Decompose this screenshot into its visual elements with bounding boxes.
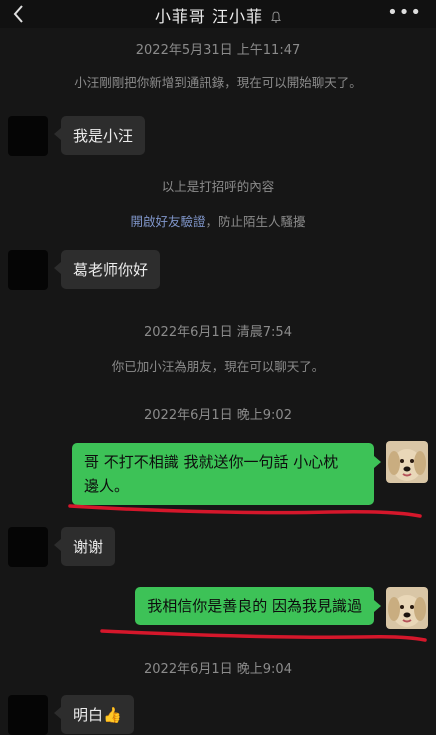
my-avatar[interactable] (386, 441, 428, 483)
received-message-bubble[interactable]: 葛老师你好 (53, 250, 161, 289)
chat-header: 小菲哥 汪小菲 ••• (0, 0, 436, 28)
my-avatar[interactable] (386, 587, 428, 629)
received-message-bubble[interactable]: 谢谢 (53, 527, 116, 566)
timestamp: 2022年5月31日 上午11:47 (135, 43, 301, 58)
sent-message-bubble[interactable]: 哥 不打不相識 我就送你一句話 小心枕 邊人。 (72, 443, 381, 505)
contact-avatar[interactable] (8, 116, 48, 156)
verification-notice: 開啟好友驗證，防止陌生人騷擾 (0, 211, 436, 230)
system-notice: 小汪剛剛把你新增到通訊錄，現在可以開始聊天了。 (74, 75, 362, 90)
system-notice: 你已加小汪為朋友，現在可以聊天了。 (111, 359, 325, 374)
contact-avatar[interactable] (8, 250, 48, 290)
contact-avatar[interactable] (8, 527, 48, 567)
sent-message-bubble[interactable]: 我相信你是善良的 因為我見識過 (135, 587, 381, 625)
timestamp: 2022年6月1日 晚上9:04 (144, 662, 292, 677)
more-options-button[interactable]: ••• (387, 2, 422, 23)
enable-verification-link[interactable]: 開啟好友驗證 (130, 214, 205, 229)
dog-avatar-image (386, 587, 428, 629)
chat-title-text: 小菲哥 汪小菲 (154, 7, 263, 26)
contact-avatar[interactable] (8, 695, 48, 735)
timestamp: 2022年6月1日 晚上9:02 (144, 408, 292, 423)
system-notice: 以上是打招呼的內容 (161, 179, 275, 194)
verification-notice-text: ，防止陌生人騷擾 (205, 214, 306, 229)
message-line: 哥 不打不相識 我就送你一句話 小心枕 (84, 453, 339, 471)
received-message-bubble[interactable]: 明白👍 (54, 695, 134, 734)
dog-avatar-image (386, 441, 428, 483)
timestamp: 2022年6月1日 清晨7:54 (144, 325, 292, 340)
bell-mute-icon (271, 11, 282, 23)
message-line: 邊人。 (84, 477, 130, 495)
chat-title: 小菲哥 汪小菲 (0, 3, 436, 27)
received-message-bubble[interactable]: 我是小汪 (53, 116, 146, 155)
